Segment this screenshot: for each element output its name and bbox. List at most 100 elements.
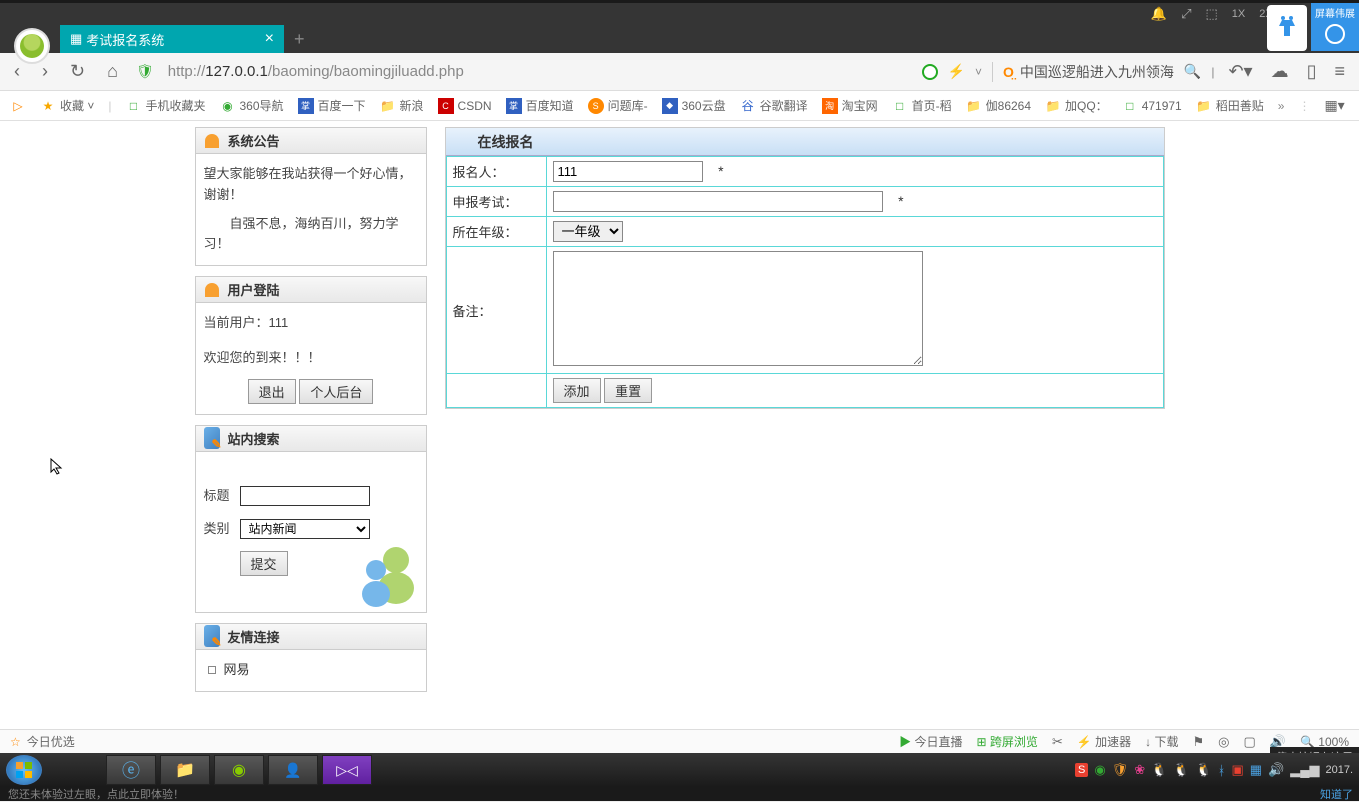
tray-time[interactable]: 2017. xyxy=(1325,764,1353,776)
panel-title: 友情连接 xyxy=(228,627,280,646)
label-name: 报名人： xyxy=(446,157,546,187)
current-user-label: 当前用户： xyxy=(204,315,269,330)
tray-wifi[interactable]: ▂▄▆ xyxy=(1290,762,1319,778)
status-cross[interactable]: ⊞ 跨屏浏览 xyxy=(977,733,1038,750)
bookmark-item[interactable]: 谷谷歌翻译 xyxy=(740,97,808,114)
reload-button[interactable]: ↻ xyxy=(66,61,89,82)
bookmark-item[interactable]: 📁加QQ： xyxy=(1045,97,1108,114)
menu-icon[interactable]: ≡ xyxy=(1330,61,1349,82)
bookmark-item[interactable]: □首页-稻 xyxy=(892,97,952,114)
link-item[interactable]: 网易 xyxy=(208,660,414,681)
panel-title: 系统公告 xyxy=(228,131,280,150)
panel-links: 友情连接 网易 xyxy=(195,623,427,692)
bell-icon[interactable]: 🔔 xyxy=(1151,6,1167,22)
cloud-icon[interactable]: ☁ xyxy=(1267,61,1293,82)
start-button[interactable] xyxy=(6,755,42,785)
tray-qq[interactable]: 🐧 xyxy=(1151,762,1167,778)
panel-title: 用户登陆 xyxy=(228,280,280,299)
sync-icon[interactable] xyxy=(922,64,938,80)
tray-icon[interactable]: ❀ xyxy=(1134,762,1145,778)
taskbar-app[interactable]: 👤 xyxy=(268,755,318,785)
taskbar-vs[interactable]: ▷◁ xyxy=(322,755,372,785)
bookmark-item[interactable]: 📁稻田善贴 xyxy=(1196,97,1264,114)
bookmark-item[interactable]: S问题库- xyxy=(588,97,648,114)
bookmark-item[interactable]: 📁伽86264 xyxy=(966,97,1031,114)
extensions-icon[interactable]: ▦▾ xyxy=(1324,97,1344,114)
mobile-icon[interactable]: ▯ xyxy=(1303,61,1321,82)
home-button[interactable]: ⌂ xyxy=(103,61,122,82)
tray-icon[interactable]: ▣ xyxy=(1231,762,1243,778)
select-grade[interactable]: 一年级 xyxy=(553,221,623,242)
status-today[interactable]: 今日优选 xyxy=(27,733,75,750)
back-button[interactable]: ‹ xyxy=(10,61,24,82)
book-icon xyxy=(204,430,220,446)
panel-login: 用户登陆 当前用户：111 欢迎您的到来！！！ 退出 个人后台 xyxy=(195,276,427,415)
input-name[interactable] xyxy=(553,161,703,182)
tray-bluetooth[interactable]: ᚼ xyxy=(1218,763,1226,778)
bookmark-item[interactable]: ◆360云盘 xyxy=(662,97,726,114)
taskbar-explorer[interactable]: 📁 xyxy=(160,755,210,785)
bookmark-item[interactable]: □手机收藏夹 xyxy=(125,97,205,114)
scissors-icon[interactable]: ✂ xyxy=(1052,734,1063,750)
undo-icon[interactable]: ↶▾ xyxy=(1224,61,1256,82)
tray-icon[interactable]: ◉ xyxy=(1094,762,1105,778)
brand-logo[interactable] xyxy=(1267,5,1307,51)
input-exam[interactable] xyxy=(553,191,883,212)
status-accel[interactable]: ⚡ 加速器 xyxy=(1077,733,1131,750)
taskbar-ie[interactable]: ⓔ xyxy=(106,755,156,785)
bookmark-overflow[interactable]: » xyxy=(1278,99,1285,113)
expand-icon[interactable]: ⤢ xyxy=(1181,6,1191,22)
tray-icon[interactable]: ▦ xyxy=(1250,762,1262,778)
bookmark-item[interactable]: 📁新浪 xyxy=(380,97,424,114)
current-user-value: 111 xyxy=(269,315,289,330)
status-download[interactable]: ↓ 下载 xyxy=(1145,733,1178,750)
search-cat-select[interactable]: 站内新闻 xyxy=(240,519,370,539)
logout-button[interactable]: 退出 xyxy=(248,379,296,404)
window-icon[interactable]: ▢ xyxy=(1244,734,1256,750)
textarea-note[interactable] xyxy=(553,251,923,366)
shield-icon[interactable]: 🛡 xyxy=(136,63,154,80)
url-bar[interactable]: http://127.0.0.1/baoming/baomingjiluadd.… xyxy=(168,63,464,80)
chevron-down-icon[interactable]: ˅ xyxy=(975,65,982,79)
new-tab-button[interactable]: + xyxy=(294,25,305,53)
search-submit-button[interactable]: 提交 xyxy=(240,551,288,576)
taskbar-app[interactable]: ◉ xyxy=(214,755,264,785)
admin-button[interactable]: 个人后台 xyxy=(299,379,373,404)
forward-button[interactable]: › xyxy=(38,61,52,82)
box-icon[interactable]: ⬚ xyxy=(1205,6,1217,22)
search-title-input[interactable] xyxy=(240,486,370,506)
search-box[interactable]: О̤ 中国巡逻船进入九州领海 xyxy=(992,62,1174,82)
add-button[interactable]: 添加 xyxy=(553,378,601,403)
bottom-tip[interactable]: 您还未体验过左眼，点此立即体验！ xyxy=(8,786,184,802)
flag-icon[interactable]: ⚑ xyxy=(1193,734,1205,750)
browser-tab-active[interactable]: ▦ 考试报名系统 × xyxy=(60,25,284,53)
know-link[interactable]: 知道了 xyxy=(1320,786,1353,802)
bookmarks-bar: ▷ ★收藏 ˅ | □手机收藏夹 ◉360导航 掌百度一下 📁新浪 CCSDN … xyxy=(0,91,1359,121)
panel-search: 站内搜索 标题 类别 站内新闻 提交 xyxy=(195,425,427,613)
bookmark-item[interactable]: 掌百度一下 xyxy=(298,97,366,114)
zoom-1x[interactable]: 1X xyxy=(1232,8,1245,20)
bookmark-item[interactable]: □471971 xyxy=(1122,98,1182,114)
required-mark: * xyxy=(898,193,903,209)
reset-button[interactable]: 重置 xyxy=(604,378,652,403)
tray-sogou[interactable]: S xyxy=(1075,763,1088,777)
tab-favicon: ▦ xyxy=(70,31,82,47)
tray-qq[interactable]: 🐧 xyxy=(1195,762,1211,778)
bookmark-item[interactable]: CCSDN xyxy=(438,98,492,114)
bookmark-favorites[interactable]: ★收藏 ˅ xyxy=(40,97,94,114)
panel-title: 站内搜索 xyxy=(228,429,280,448)
profile-avatar[interactable] xyxy=(14,28,50,64)
status-live[interactable]: ▶ 今日直播 xyxy=(899,733,962,750)
bookmark-item[interactable]: 淘淘宝网 xyxy=(822,97,878,114)
search-icon[interactable]: 🔍 xyxy=(1184,63,1201,80)
close-icon[interactable]: × xyxy=(265,30,274,48)
tray-qq[interactable]: 🐧 xyxy=(1173,762,1189,778)
bookmark-item[interactable]: 掌百度知道 xyxy=(506,97,574,114)
tray-icon[interactable]: 🛡 xyxy=(1112,762,1129,778)
side-widget[interactable]: 屏幕伟展 xyxy=(1311,3,1359,51)
sphere-icon[interactable]: ◎ xyxy=(1218,734,1229,750)
tray-sound[interactable]: 🔊 xyxy=(1268,762,1284,778)
bolt-icon[interactable]: ⚡ xyxy=(948,63,965,80)
bookmark-item[interactable]: ◉360导航 xyxy=(219,97,283,114)
bookmark-item[interactable]: ▷ xyxy=(10,98,26,114)
